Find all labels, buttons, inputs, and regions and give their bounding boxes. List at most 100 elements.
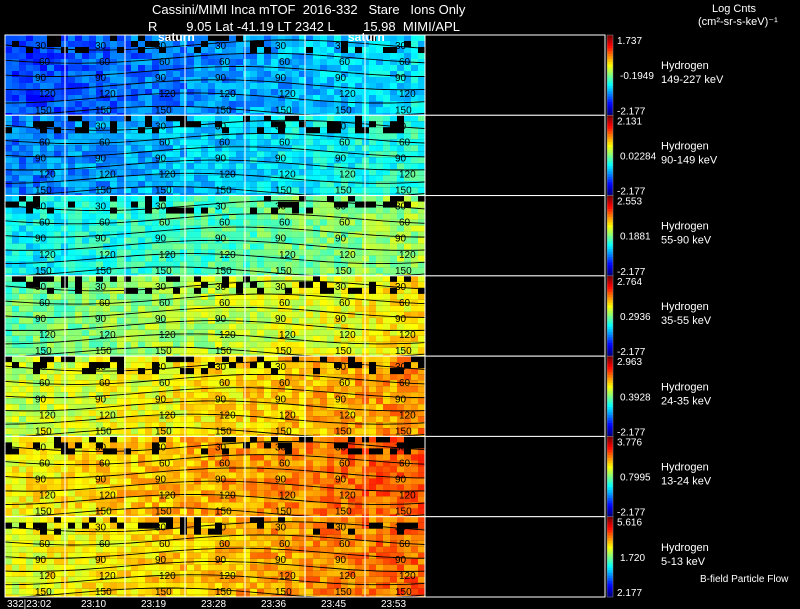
- contour-label: 30: [275, 442, 287, 453]
- panel-energy: 55-90 keV: [661, 235, 712, 247]
- contour-label: 30: [155, 362, 167, 373]
- contour-label: 30: [35, 202, 47, 213]
- contour-label: 120: [399, 410, 416, 421]
- contour-label: 90: [395, 234, 407, 245]
- contour-label: 60: [159, 378, 171, 389]
- contour-label: 120: [279, 330, 296, 341]
- contour-label: 90: [395, 73, 407, 84]
- contour-label: 120: [99, 170, 116, 181]
- contour-label: 90: [215, 475, 227, 486]
- contour-label: 120: [339, 571, 356, 582]
- contour-label: 30: [155, 442, 167, 453]
- contour-label: 120: [339, 170, 356, 181]
- contour-label: 90: [395, 153, 407, 164]
- colorbar: [606, 115, 614, 197]
- contour-label: 150: [275, 186, 292, 197]
- contour-label: 90: [95, 153, 107, 164]
- panel-5: 30 30 30 30 30 30 30 60 60 60 60 60 60 60 90 90 90 90 90 90…: [4, 355, 712, 438]
- contour-label: 120: [399, 170, 416, 181]
- contour-label: 150: [95, 266, 112, 277]
- contour-label: 60: [279, 459, 291, 470]
- contour-label: 120: [39, 491, 56, 502]
- x-tick-label: 23:10: [81, 599, 106, 609]
- contour-label: 30: [275, 121, 287, 132]
- contour-label: 120: [159, 410, 176, 421]
- contour-label: 90: [35, 73, 47, 84]
- contour-label: 150: [35, 266, 52, 277]
- contour-label: 150: [155, 186, 172, 197]
- contour-label: 30: [335, 41, 347, 52]
- contour-label: 90: [155, 234, 167, 245]
- contour-label: 120: [159, 571, 176, 582]
- bfield-note: B-field Particle Flow: [700, 574, 789, 585]
- contour-label: 30: [395, 282, 407, 293]
- contour-label: 60: [339, 57, 351, 68]
- colorbar-max: 2.963: [617, 357, 642, 368]
- contour-label: 60: [99, 137, 111, 148]
- x-tick-label: 23:36: [261, 599, 286, 609]
- contour-label: 90: [155, 314, 167, 325]
- contour-label: 30: [395, 362, 407, 373]
- contour-label: 120: [339, 89, 356, 100]
- contour-label: 90: [215, 153, 227, 164]
- contour-label: 90: [95, 555, 107, 566]
- contour-label: 90: [395, 555, 407, 566]
- contour-label: 120: [339, 491, 356, 502]
- contour-label: 30: [35, 442, 47, 453]
- contour-label: 150: [155, 266, 172, 277]
- panel-4: 30 30 30 30 30 30 30 60 60 60 60 60 60 60 90 90 90 90 90 90…: [4, 275, 712, 358]
- contour-label: 90: [35, 314, 47, 325]
- contour-label: 150: [95, 186, 112, 197]
- colorbar: [606, 436, 614, 518]
- contour-label: 90: [335, 234, 347, 245]
- contour-label: 120: [99, 330, 116, 341]
- contour-label: 90: [35, 234, 47, 245]
- contour-label: 60: [39, 539, 51, 550]
- contour-label: 150: [95, 105, 112, 116]
- contour-label: 60: [339, 218, 351, 229]
- contour-label: 120: [219, 491, 236, 502]
- panel-energy: 5-13 keV: [661, 556, 706, 568]
- contour-label: 30: [215, 523, 227, 534]
- contour-label: 60: [159, 459, 171, 470]
- colorbar-max: 5.616: [617, 518, 642, 529]
- contour-label: 60: [39, 137, 51, 148]
- contour-label: 150: [215, 105, 232, 116]
- contour-label: 60: [99, 539, 111, 550]
- contour-label: 30: [35, 41, 47, 52]
- panel-1: 30 30 30 30 30 30 3060 60 60 60 60 60 6090 90 90 90 90 90…: [4, 34, 724, 117]
- contour-label: 120: [339, 330, 356, 341]
- contour-label: 30: [395, 523, 407, 534]
- contour-label: 60: [339, 539, 351, 550]
- contour-label: 30: [215, 442, 227, 453]
- contour-label: 150: [275, 507, 292, 518]
- contour-label: 90: [275, 153, 287, 164]
- contour-label: 30: [395, 41, 407, 52]
- contour-label: 90: [335, 475, 347, 486]
- contour-label: 120: [159, 491, 176, 502]
- contour-label: 60: [99, 298, 111, 309]
- contour-label: 120: [159, 89, 176, 100]
- contour-label: 150: [95, 346, 112, 357]
- contour-label: 150: [335, 266, 352, 277]
- x-tick-label: 23:28: [201, 599, 226, 609]
- contour-label: 120: [279, 410, 296, 421]
- panel-energy: 90-149 keV: [661, 154, 718, 166]
- colorbar-mid: -0.1949: [620, 71, 654, 82]
- contour-label: 120: [399, 89, 416, 100]
- contour-label: 60: [399, 378, 411, 389]
- contour-label: 120: [279, 491, 296, 502]
- contour-label: 120: [99, 89, 116, 100]
- panel-species: Hydrogen: [661, 462, 709, 474]
- contour-label: 120: [219, 571, 236, 582]
- contour-label: 90: [335, 73, 347, 84]
- panel-2: 30 30 30 30 30 30 30 60 60 60 60 60 60 60 90 90 90 90 90 90…: [4, 114, 718, 198]
- contour-label: 30: [95, 282, 107, 293]
- contour-label: 60: [159, 539, 171, 550]
- contour-label: 150: [35, 346, 52, 357]
- contour-label: 30: [275, 362, 287, 373]
- contour-label: 120: [339, 410, 356, 421]
- contour-label: 150: [35, 587, 52, 598]
- colorbar-mid: 0.02284: [620, 151, 657, 162]
- contour-label: 30: [215, 121, 227, 132]
